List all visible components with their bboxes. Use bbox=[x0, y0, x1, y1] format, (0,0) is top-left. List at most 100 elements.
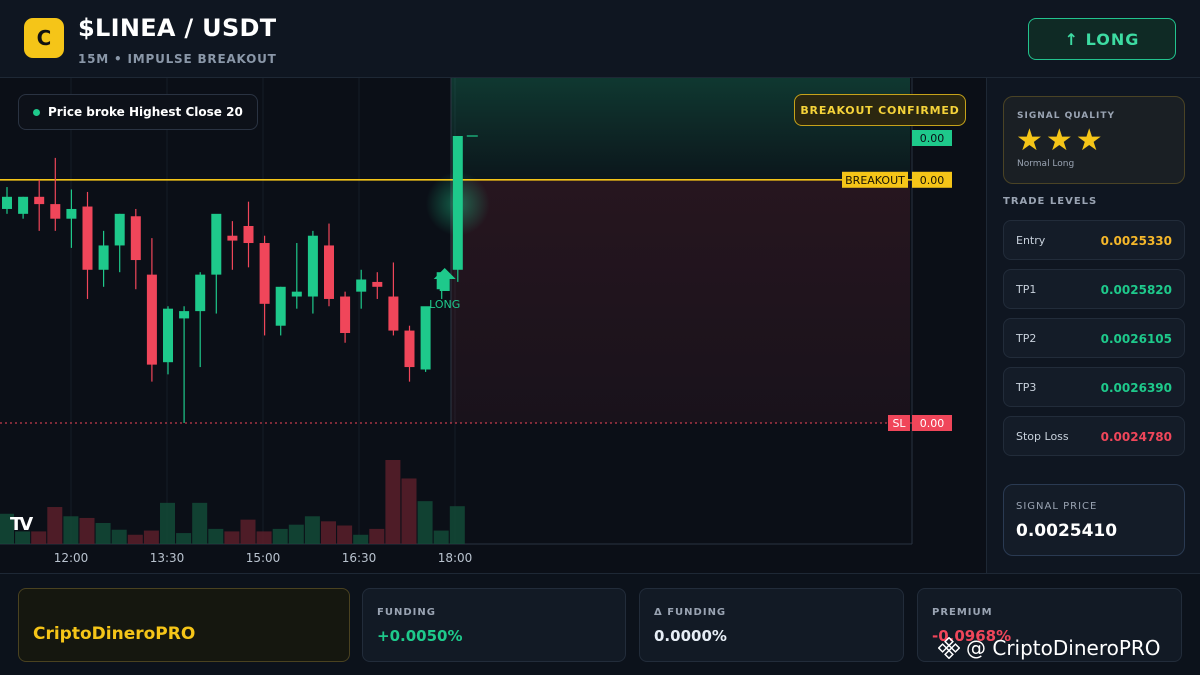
candle-body bbox=[82, 206, 93, 270]
candle-body bbox=[211, 213, 222, 275]
x-tick-label: 18:00 bbox=[438, 551, 473, 565]
candle-body bbox=[356, 279, 367, 292]
breakout-price-label: 0.00 bbox=[920, 174, 945, 187]
level-row-stop-loss: Stop Loss 0.0024780 bbox=[1003, 416, 1185, 456]
pair-subtitle: 15M • IMPULSE BREAKOUT bbox=[78, 52, 277, 66]
candle-body bbox=[275, 286, 286, 326]
candle-body bbox=[66, 208, 77, 219]
candle-body bbox=[179, 311, 190, 319]
volume-bar bbox=[433, 530, 449, 544]
volume-bar bbox=[176, 533, 192, 544]
candle-body bbox=[18, 196, 29, 214]
price-chart[interactable]: LONG 0.00 BREAKOUT 0.00 SL 0.00 12:00 13:30 15:… bbox=[0, 78, 986, 573]
volume-bar bbox=[224, 531, 240, 544]
signal-price-card: SIGNAL PRICE 0.0025410 bbox=[1003, 484, 1185, 556]
level-label: TP3 bbox=[1016, 381, 1037, 394]
bottom-bar: CriptoDineroPRO FUNDING +0.0050% Δ FUNDI… bbox=[0, 573, 1200, 675]
candle-body bbox=[195, 274, 206, 312]
volume-bar bbox=[192, 502, 208, 544]
candle-body bbox=[340, 296, 351, 334]
binance-logo-icon bbox=[938, 637, 960, 659]
delta-funding-card: Δ FUNDING 0.0000% bbox=[639, 588, 904, 662]
volume-bar bbox=[449, 506, 465, 544]
brand-card: CriptoDineroPRO bbox=[18, 588, 350, 662]
volume-bar bbox=[272, 528, 288, 544]
x-tick-label: 16:30 bbox=[342, 551, 377, 565]
volume-bar bbox=[111, 529, 127, 544]
quality-stars-icon: ★★★ bbox=[1016, 123, 1106, 158]
candle-body bbox=[34, 196, 45, 205]
quality-note: Normal Long bbox=[1017, 159, 1075, 169]
volume-bar bbox=[337, 525, 353, 544]
breakout-info-text: Price broke Highest Close 20 bbox=[48, 105, 243, 119]
volume-bar bbox=[369, 528, 385, 544]
x-tick-label: 12:00 bbox=[54, 551, 89, 565]
candle-body bbox=[420, 306, 431, 370]
volume-bar bbox=[353, 534, 369, 544]
level-row-tp3: TP3 0.0026390 bbox=[1003, 367, 1185, 407]
trade-levels-title: TRADE LEVELS bbox=[1003, 196, 1098, 207]
long-button[interactable]: ↑ LONG bbox=[1028, 18, 1176, 60]
level-value: 0.0026390 bbox=[1100, 381, 1172, 395]
level-label: Entry bbox=[1016, 234, 1046, 247]
volume-bar bbox=[417, 501, 433, 544]
volume-bar bbox=[385, 460, 401, 544]
level-label: TP1 bbox=[1016, 283, 1037, 296]
candle-body bbox=[324, 245, 334, 299]
volume-bar bbox=[304, 516, 320, 544]
signal-price-value: 0.0025410 bbox=[1016, 521, 1118, 541]
volume-bar bbox=[240, 519, 256, 544]
level-value: 0.0024780 bbox=[1100, 430, 1172, 444]
volume-bar bbox=[143, 530, 159, 544]
volume-bar bbox=[160, 502, 175, 544]
header: C $LINEA / USDT 15M • IMPULSE BREAKOUT ↑… bbox=[0, 0, 1200, 78]
funding-card: FUNDING +0.0050% bbox=[362, 588, 626, 662]
delta-funding-value: 0.0000% bbox=[654, 627, 727, 645]
candle-body bbox=[146, 274, 157, 365]
volume-bar bbox=[95, 523, 111, 544]
volume-bar bbox=[288, 524, 304, 544]
candle-body bbox=[259, 243, 270, 304]
volume-bar bbox=[321, 521, 336, 544]
candle-body bbox=[404, 330, 415, 368]
volume-bar bbox=[127, 534, 143, 544]
candle-body bbox=[307, 235, 318, 297]
candle-body bbox=[98, 245, 109, 270]
level-value: 0.0025820 bbox=[1100, 283, 1172, 297]
candle-body bbox=[388, 296, 399, 331]
x-tick-label: 15:00 bbox=[246, 551, 281, 565]
breakout-info-pill: Price broke Highest Close 20 bbox=[18, 94, 258, 130]
candle-body bbox=[372, 281, 383, 287]
sl-tag-label: SL bbox=[892, 417, 906, 430]
candle-body bbox=[243, 225, 254, 244]
level-label: Stop Loss bbox=[1016, 430, 1069, 443]
candle-body bbox=[291, 291, 302, 297]
signal-sidebar: SIGNAL QUALITY ★★★ Normal Long TRADE LEV… bbox=[986, 78, 1200, 573]
signal-quality-label: SIGNAL QUALITY bbox=[1017, 111, 1115, 121]
candle-body bbox=[452, 136, 463, 270]
x-tick-label: 13:30 bbox=[150, 551, 185, 565]
funding-label: FUNDING bbox=[377, 607, 436, 618]
pair-title: $LINEA / USDT bbox=[78, 14, 277, 42]
candle-body bbox=[50, 204, 61, 219]
level-row-tp2: TP2 0.0026105 bbox=[1003, 318, 1185, 358]
candle-body bbox=[2, 196, 12, 209]
status-dot-icon bbox=[33, 108, 40, 116]
level-row-tp1: TP1 0.0025820 bbox=[1003, 269, 1185, 309]
signal-quality-card: SIGNAL QUALITY ★★★ Normal Long bbox=[1003, 96, 1185, 184]
breakout-confirmed-badge: BREAKOUT CONFIRMED bbox=[794, 94, 966, 126]
volume-bar bbox=[63, 516, 79, 544]
level-value: 0.0026105 bbox=[1100, 332, 1172, 346]
level-row-entry: Entry 0.0025330 bbox=[1003, 220, 1185, 260]
volume-bar bbox=[31, 531, 47, 544]
brand-name: CriptoDineroPRO bbox=[33, 624, 196, 644]
candlestick-chart: LONG 0.00 BREAKOUT 0.00 SL 0.00 12:00 13:30 15:… bbox=[0, 78, 952, 565]
volume-bar bbox=[401, 478, 417, 544]
volume-bar bbox=[47, 507, 63, 544]
volume-bar bbox=[256, 531, 272, 544]
long-marker-label: LONG bbox=[429, 298, 460, 311]
watermark-text: @ CriptoDineroPRO bbox=[966, 636, 1161, 660]
candle-body bbox=[163, 308, 173, 363]
delta-funding-label: Δ FUNDING bbox=[654, 607, 727, 618]
signal-price-label: SIGNAL PRICE bbox=[1016, 501, 1098, 512]
